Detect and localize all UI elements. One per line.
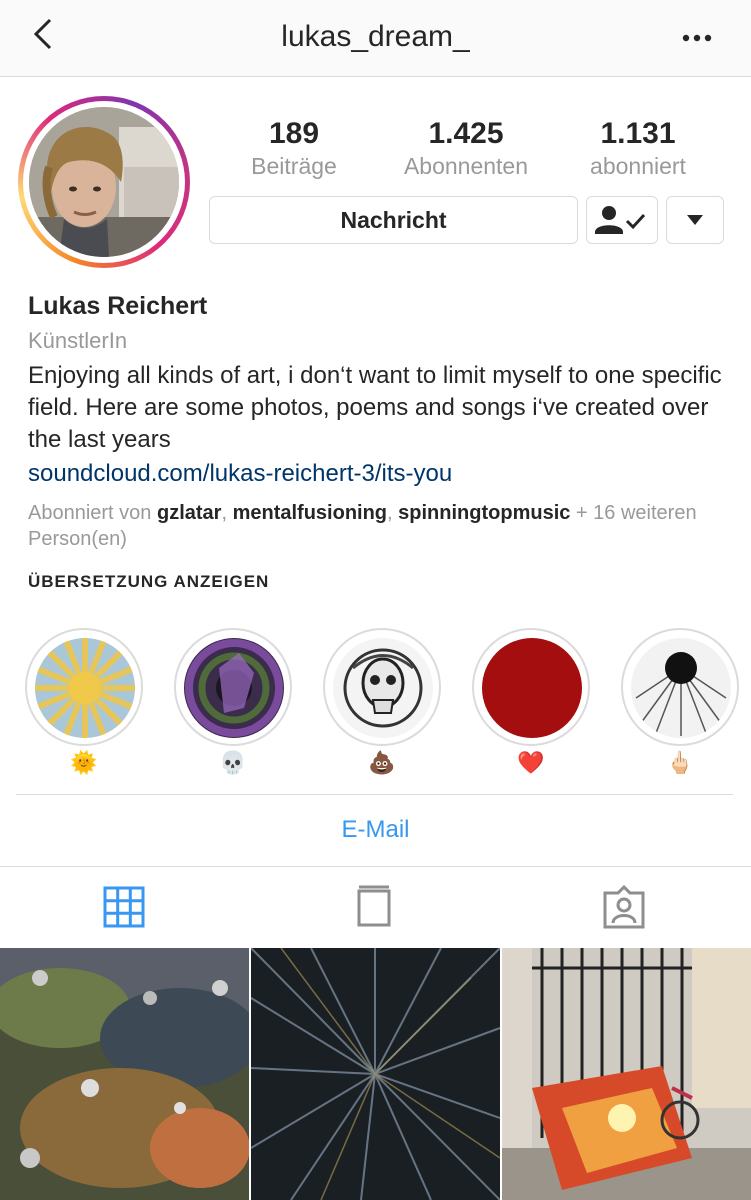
- avatar[interactable]: [18, 96, 190, 268]
- tab-tagged[interactable]: [602, 884, 646, 929]
- highlight-item[interactable]: 💩: [323, 628, 441, 776]
- stat-followers-count: 1.425: [428, 117, 504, 150]
- grid-icon: [103, 886, 145, 928]
- divider: [16, 794, 733, 795]
- followed-by-prefix: Abonniert von: [28, 502, 157, 524]
- message-button[interactable]: Nachricht: [209, 196, 578, 244]
- translate-button[interactable]: ÜBERSETZUNG ANZEIGEN: [28, 572, 269, 592]
- top-bar: lukas_dream_: [0, 0, 751, 77]
- post-thumbnail[interactable]: [251, 948, 500, 1200]
- profile-name: Lukas Reichert: [28, 292, 208, 320]
- post-thumbnail[interactable]: [502, 948, 751, 1200]
- highlight-item[interactable]: 🖕🏻: [621, 628, 739, 776]
- profile-category: KünstlerIn: [28, 328, 128, 353]
- stat-following-label: abonniert: [590, 153, 686, 179]
- avatar-photo: [29, 107, 179, 257]
- profile-tab-bar: [0, 866, 751, 947]
- post-thumbnail[interactable]: [0, 948, 249, 1200]
- followed-by-user[interactable]: spinningtopmusic: [398, 502, 570, 524]
- tagged-icon: [603, 884, 645, 929]
- highlight-cover: [482, 638, 582, 738]
- highlight-emoji: 💀: [219, 750, 247, 775]
- profile-link[interactable]: soundcloud.com/lukas-reichert-3/its-you: [28, 460, 452, 488]
- highlight-cover: [631, 638, 731, 738]
- stat-posts-label: Beiträge: [251, 153, 337, 179]
- stat-posts-count: 189: [268, 117, 320, 150]
- highlight-item[interactable]: 💀: [174, 628, 292, 776]
- stat-following[interactable]: 1.131 abonniert: [572, 116, 704, 180]
- tab-grid[interactable]: [102, 885, 146, 929]
- tab-feed[interactable]: [353, 885, 397, 929]
- highlight-emoji: 💩: [368, 750, 396, 775]
- email-button[interactable]: E-Mail: [0, 816, 751, 844]
- highlight-emoji: 🌞: [70, 750, 98, 775]
- highlight-emoji: ❤️: [517, 750, 545, 775]
- page-title: lukas_dream_: [281, 20, 470, 53]
- highlight-item[interactable]: ❤️: [472, 628, 590, 776]
- dropdown-button[interactable]: [666, 196, 724, 244]
- highlight-cover: [35, 638, 135, 738]
- stat-followers[interactable]: 1.425 Abonnenten: [390, 116, 542, 180]
- stat-posts[interactable]: 189 Beiträge: [236, 116, 352, 180]
- highlight-cover: [333, 638, 433, 738]
- caret-down-icon: [687, 215, 703, 225]
- following-button[interactable]: [586, 196, 658, 244]
- followed-by[interactable]: Abonniert von gzlatar, mentalfusioning, …: [28, 500, 728, 552]
- profile-bio: Enjoying all kinds of art, i don‘t want …: [28, 362, 722, 453]
- highlight-cover: [184, 638, 284, 738]
- more-horizontal-icon: [682, 34, 712, 42]
- followed-by-user[interactable]: gzlatar: [157, 502, 221, 524]
- feed-icon: [357, 885, 391, 927]
- user-check-icon: [595, 206, 646, 234]
- more-options-button[interactable]: [677, 16, 717, 56]
- highlight-emoji: 🖕🏻: [666, 750, 694, 775]
- highlight-item[interactable]: 🌞: [25, 628, 143, 776]
- stat-followers-label: Abonnenten: [403, 153, 529, 179]
- stat-following-count: 1.131: [600, 117, 676, 150]
- followed-by-user[interactable]: mentalfusioning: [233, 502, 387, 524]
